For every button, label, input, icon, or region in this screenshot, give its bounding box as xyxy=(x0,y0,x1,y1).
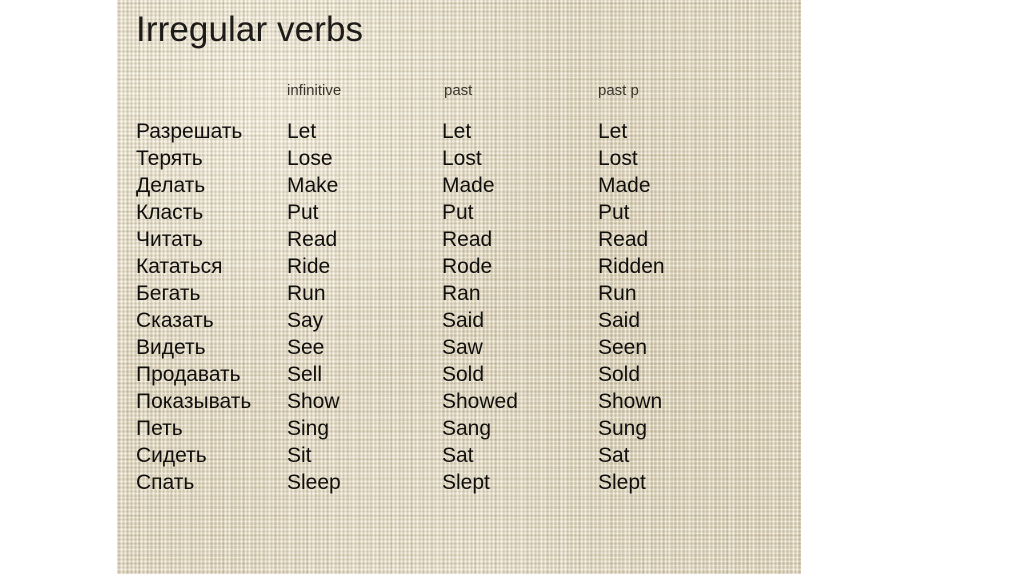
verb-past: Sat xyxy=(442,444,474,467)
verb-translation: Видеть xyxy=(136,336,206,359)
verb-past: Let xyxy=(442,120,472,143)
table-row: Сидеть Sit Sat Sat xyxy=(117,442,801,469)
verb-translation: Кататься xyxy=(136,255,223,278)
verb-translation: Показывать xyxy=(136,390,252,413)
table-row: Разрешать Let Let Let xyxy=(117,118,801,145)
verb-infinitive: Sell xyxy=(287,363,323,386)
verb-infinitive: Put xyxy=(287,201,319,224)
verb-translation: Читать xyxy=(136,228,203,251)
verb-past: Slept xyxy=(442,471,490,494)
column-header-infinitive: infinitive xyxy=(287,82,342,99)
table-row: Спать Sleep Slept Slept xyxy=(117,469,801,496)
verb-past: Sang xyxy=(442,417,492,440)
verb-past-participle: Said xyxy=(598,309,641,332)
slide-textured-background: Irregular verbs infinitive past past p Р… xyxy=(117,0,801,574)
verb-translation: Сказать xyxy=(136,309,214,332)
verb-infinitive: See xyxy=(287,336,325,359)
verb-past-participle: Sung xyxy=(598,417,648,440)
verb-translation: Класть xyxy=(136,201,204,224)
verb-translation: Бегать xyxy=(136,282,201,305)
verb-past: Showed xyxy=(442,390,518,413)
verb-infinitive: Lose xyxy=(287,147,333,170)
verb-infinitive: Say xyxy=(287,309,324,332)
verb-past: Read xyxy=(442,228,493,251)
verb-past-participle: Sold xyxy=(598,363,641,386)
verb-infinitive: Run xyxy=(287,282,326,305)
verb-translation: Продавать xyxy=(136,363,241,386)
column-header-past-participle: past p xyxy=(598,82,639,99)
verb-past: Made xyxy=(442,174,495,197)
verb-table: Разрешать Let Let Let Терять Lose Lost Lost Дела… xyxy=(117,118,801,496)
verb-infinitive: Let xyxy=(287,120,317,143)
verb-past: Saw xyxy=(442,336,483,359)
verb-past: Rode xyxy=(442,255,493,278)
table-row: Бегать Run Ran Run xyxy=(117,280,801,307)
table-row: Сказать Say Said Said xyxy=(117,307,801,334)
column-header-row: infinitive past past p xyxy=(117,82,801,102)
slide-content: Irregular verbs infinitive past past p Р… xyxy=(117,0,801,574)
verb-past: Lost xyxy=(442,147,482,170)
table-row: Делать Make Made Made xyxy=(117,172,801,199)
table-row: Видеть See Saw Seen xyxy=(117,334,801,361)
table-row: Читать Read Read Read xyxy=(117,226,801,253)
verb-infinitive: Sing xyxy=(287,417,330,440)
table-row: Терять Lose Lost Lost xyxy=(117,145,801,172)
page-title: Irregular verbs xyxy=(136,10,364,49)
verb-past-participle: Ridden xyxy=(598,255,665,278)
verb-infinitive: Ride xyxy=(287,255,331,278)
verb-infinitive: Sleep xyxy=(287,471,341,494)
table-row: Петь Sing Sang Sung xyxy=(117,415,801,442)
verb-past-participle: Slept xyxy=(598,471,646,494)
verb-infinitive: Make xyxy=(287,174,339,197)
verb-translation: Разрешать xyxy=(136,120,243,143)
table-row: Класть Put Put Put xyxy=(117,199,801,226)
table-row: Продавать Sell Sold Sold xyxy=(117,361,801,388)
table-row: Показывать Show Showed Shown xyxy=(117,388,801,415)
verb-translation: Делать xyxy=(136,174,206,197)
verb-infinitive: Sit xyxy=(287,444,312,467)
verb-translation: Спать xyxy=(136,471,195,494)
verb-past: Put xyxy=(442,201,474,224)
verb-past: Sold xyxy=(442,363,485,386)
verb-past: Said xyxy=(442,309,485,332)
verb-past-participle: Read xyxy=(598,228,649,251)
slide-root: Irregular verbs infinitive past past p Р… xyxy=(0,0,1024,574)
verb-past-participle: Made xyxy=(598,174,651,197)
verb-past-participle: Sat xyxy=(598,444,630,467)
column-header-past: past xyxy=(444,82,473,99)
verb-translation: Терять xyxy=(136,147,203,170)
table-row: Кататься Ride Rode Ridden xyxy=(117,253,801,280)
verb-past-participle: Seen xyxy=(598,336,648,359)
verb-translation: Петь xyxy=(136,417,183,440)
verb-translation: Сидеть xyxy=(136,444,207,467)
verb-past-participle: Run xyxy=(598,282,637,305)
verb-infinitive: Show xyxy=(287,390,340,413)
verb-past-participle: Shown xyxy=(598,390,663,413)
verb-past: Ran xyxy=(442,282,481,305)
verb-past-participle: Lost xyxy=(598,147,638,170)
verb-past-participle: Put xyxy=(598,201,630,224)
verb-past-participle: Let xyxy=(598,120,628,143)
verb-infinitive: Read xyxy=(287,228,338,251)
